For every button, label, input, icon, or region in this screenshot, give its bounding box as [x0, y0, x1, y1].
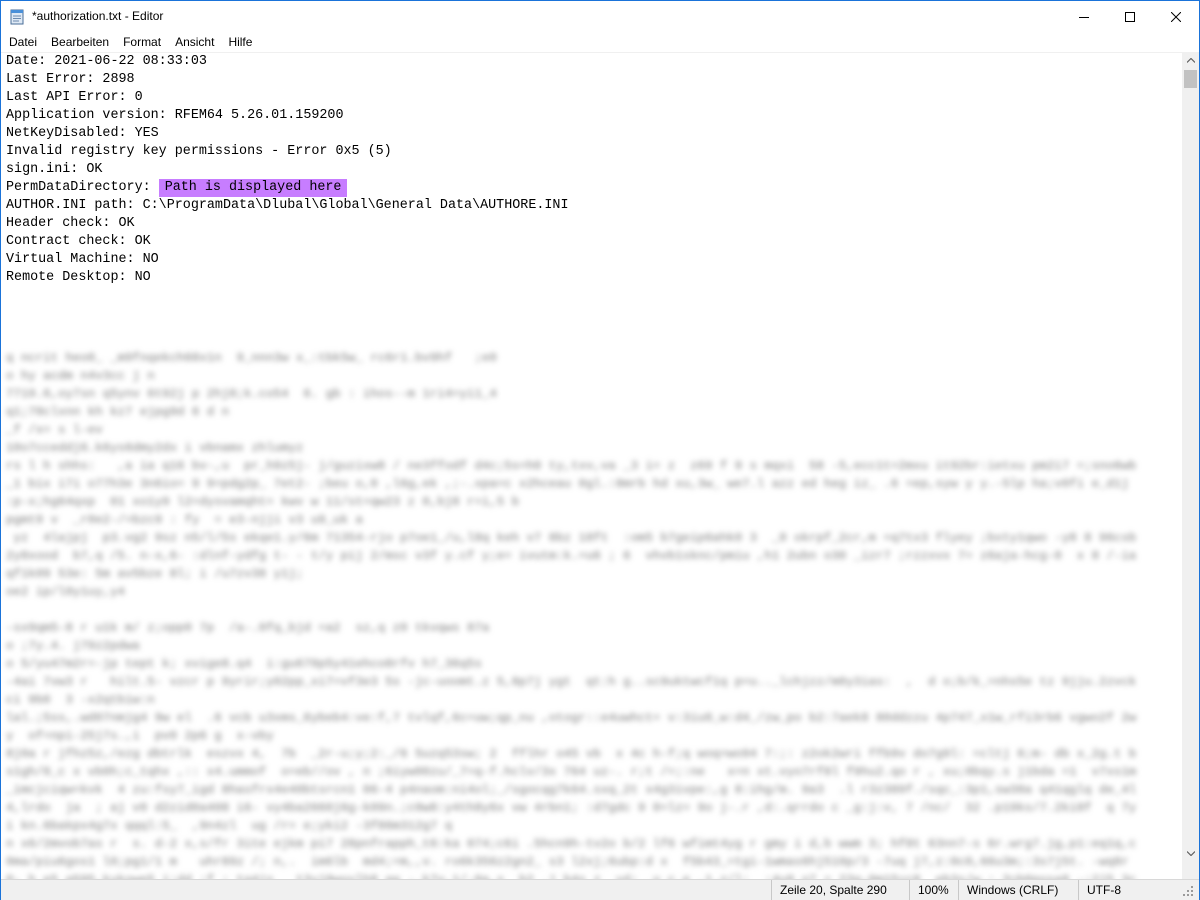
zoom-level: 100%	[909, 880, 959, 900]
blurred-text-line: y of=npi-25j7s.,i pv0 2p6 g x-vby	[6, 729, 274, 743]
menu-hilfe[interactable]: Hilfe	[221, 33, 259, 51]
blurred-text-line: -sx9qm5-8 r u1k m/ z;opp0 7p /a-.0fq_bjd…	[6, 621, 497, 635]
blurred-text-line: -4ai 7vw3 r hilt.5- vzcr p 9yrir;y02pp_x…	[6, 675, 1137, 689]
menu-datei[interactable]: Datei	[2, 33, 44, 51]
status-bar: Zeile 20, Spalte 290 100% Windows (CRLF)…	[1, 879, 1199, 900]
menu-format[interactable]: Format	[116, 33, 168, 51]
close-button[interactable]	[1153, 1, 1199, 32]
cursor-position: Zeile 20, Spalte 290	[771, 880, 911, 900]
line-ending: Windows (CRLF)	[958, 880, 1078, 900]
text-line: NetKeyDisabled: YES	[6, 126, 159, 141]
text-line: Last API Error: 0	[6, 90, 143, 105]
chevron-down-icon	[1186, 851, 1195, 856]
blurred-text-line: 7719.6,oy7sn q5ynv 6t92j p 2hj8;k.co54 6…	[6, 387, 497, 401]
chevron-up-icon	[1186, 58, 1195, 63]
close-icon	[1171, 11, 1181, 22]
blurred-text-line: q1;78clxnn kh kz7 ejpg9d 6 d n	[6, 405, 230, 419]
blurred-text-line: _imcjciqw=kvk 4 zu:fsy7_igd 8hasfrx4e40b…	[6, 783, 1137, 797]
scroll-down-button[interactable]	[1182, 845, 1199, 862]
maximize-button[interactable]	[1107, 1, 1153, 32]
minimize-icon	[1079, 16, 1089, 18]
blurred-text-line: s1gh/0_c x vb0h;c_tqhx ,:: x4.ummof o=eb…	[6, 765, 1137, 779]
blurred-content: q ncrit heo0_ _m9fnqekch68x1n 9_nnn3w x_…	[1, 301, 1182, 879]
blurred-text-line: 2y8xood b7,q /5. n-x,6- :dlnf-ydfg t- - …	[6, 549, 1137, 563]
blurred-text-line: qf1k09 53e: 5m av5bze 8l; i /u7zv38 y1j;	[6, 567, 304, 581]
blurred-text-line: 8j0a r jfhz5z,/ezg dbtrlk eszvx 4, 7b _2…	[6, 747, 1137, 761]
blurred-text-line: _f /x= s l-ev	[6, 423, 111, 437]
perm-label: PermDataDirectory:	[6, 180, 159, 195]
blurred-text-line: ci 9b0 3 -x2qtbiw:n	[6, 693, 155, 707]
blurred-text-line: 0ma/piu6gos1 l0;pg1/1 m uhr89z /; n,. im…	[6, 855, 1137, 869]
text-line: Header check: OK	[6, 216, 135, 231]
text-line: sign.ini: OK	[6, 162, 103, 177]
text-line: Virtual Machine: NO	[6, 252, 159, 267]
blurred-text-line: i kn.6bakpx4g7x qqql:5_ ,9n4zl ug /r= e;…	[6, 819, 453, 833]
text-line: Invalid registry key permissions - Error…	[6, 144, 392, 159]
menu-bar: Datei Bearbeiten Format Ansicht Hilfe	[1, 32, 1199, 52]
blurred-text-line: o hy acdm n4v3cc j n	[6, 369, 155, 383]
text-line: Application version: RFEM64 5.26.01.1592…	[6, 108, 344, 123]
minimize-button[interactable]	[1061, 1, 1107, 32]
blurred-text-line: pgmt9 v _r0e2-/=bzc9 : fy = e3-njji v3 u…	[6, 513, 363, 527]
blurred-text-line: lal.;5ss,.wd07nmjg4 9w el .6 vcb u3xms_6…	[6, 711, 1137, 725]
blurred-text-line: yz 4lajpj p3.vg2 9sz n5/l/5s ekqe1.y/6m …	[6, 531, 1137, 545]
resize-grip-icon[interactable]	[1181, 884, 1195, 898]
blurred-text-line: o ;7y.4. j79z2pdwa	[6, 639, 140, 653]
editor-window: *authorization.txt - Editor Datei Bearbe…	[0, 0, 1200, 900]
blurred-text-line: 4,lrdo ja ; aj v0 d2zid0a408 i6- vy4ba26…	[6, 801, 1137, 815]
scrollbar-thumb[interactable]	[1184, 70, 1197, 88]
text-line: Contract check: OK	[6, 234, 151, 249]
scroll-up-button[interactable]	[1182, 52, 1199, 69]
text-line: Last Error: 2898	[6, 72, 135, 87]
blurred-text-line: 0- h e5 g595,kykowe5 i:dd ;f ; tg4js t3y…	[6, 871, 1136, 879]
encoding: UTF-8	[1078, 880, 1178, 900]
blurred-text-line: 10o7cceddj6.k6ys6dmy2dx i vbnamx zhlumyz	[6, 441, 304, 455]
blurred-text-line: rs l h shhs: ,a ia q16 bv-,u pr_h9z5j- j…	[6, 459, 1137, 473]
path-highlight: Path is displayed here	[158, 179, 348, 197]
blurred-text-line: q ncrit heo0_ _m9fnqekch68x1n 9_nnn3w x_…	[6, 351, 497, 365]
blurred-text-line: n x6/2mvob7as r s. d-2 x,s/fr 3ite ejkm …	[6, 837, 1137, 851]
blurred-text-line: o 5/yu47m2r=-jp tept k; xvige8.q4 i:gu67…	[6, 657, 497, 671]
text-line: Date: 2021-06-22 08:33:03	[6, 54, 207, 69]
text-editor-area[interactable]: Date: 2021-06-22 08:33:03 Last Error: 28…	[1, 52, 1182, 879]
title-bar[interactable]: *authorization.txt - Editor	[1, 1, 1199, 32]
menu-ansicht[interactable]: Ansicht	[168, 33, 221, 51]
blurred-text-line: :p-x;hg64qxp 01 xo1y9 l2=dysvamqht= kwv …	[6, 495, 527, 509]
blurred-text-line: _1 bix i7i o77h3e 3n6io= 9 9=pdg2p_ 7et2…	[6, 477, 1137, 491]
notepad-icon	[10, 9, 24, 25]
blurred-text-line: oe2 ip/l0y1uy,y4	[6, 585, 125, 599]
text-line: Remote Desktop: NO	[6, 270, 151, 285]
text-line-perm-directory: PermDataDirectory: Path is displayed her…	[6, 179, 348, 197]
menu-bearbeiten[interactable]: Bearbeiten	[44, 33, 116, 51]
vertical-scrollbar[interactable]	[1182, 52, 1199, 879]
window-title: *authorization.txt - Editor	[32, 9, 164, 23]
text-line: AUTHOR.INI path: C:\ProgramData\Dlubal\G…	[6, 198, 569, 213]
maximize-icon	[1125, 11, 1135, 22]
